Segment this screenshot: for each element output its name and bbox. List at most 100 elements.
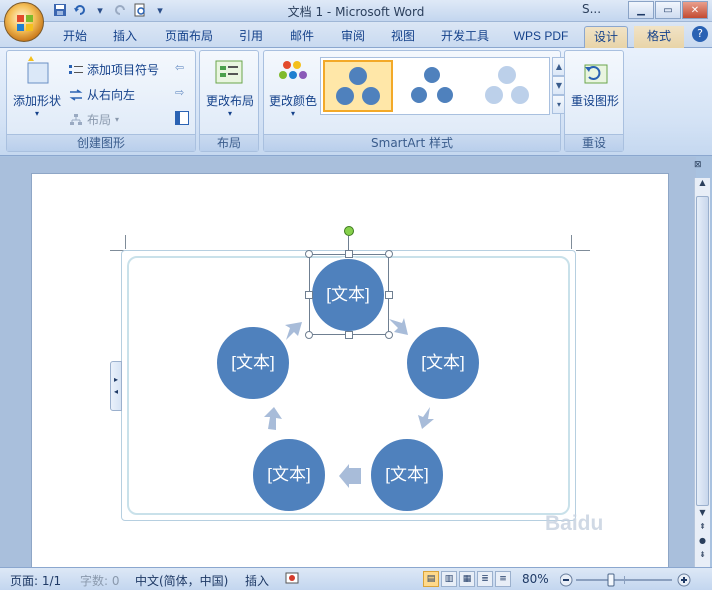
create-graphic-group: 添加形状 ▾ 添加项目符号 从右向左 布局 ▾ ⇦ ⇨ 创建图形 bbox=[6, 50, 196, 152]
office-logo-icon bbox=[17, 15, 33, 31]
office-button[interactable] bbox=[4, 2, 44, 42]
crop-mark bbox=[571, 235, 572, 249]
word-count[interactable]: 字数: 0 bbox=[80, 572, 120, 589]
tab-insert[interactable]: 插入 bbox=[106, 26, 144, 48]
cycle-arrow-icon bbox=[339, 464, 361, 488]
web-view-icon[interactable]: ▦ bbox=[459, 571, 475, 587]
cycle-node-left[interactable]: [文本] bbox=[215, 325, 291, 401]
cycle-node-bottom-right[interactable]: [文本] bbox=[369, 437, 445, 513]
resize-handle[interactable] bbox=[385, 331, 393, 339]
selection-box bbox=[309, 254, 389, 335]
zoom-slider[interactable] bbox=[560, 573, 692, 587]
zoom-level[interactable]: 80% bbox=[522, 572, 549, 586]
macro-record-icon[interactable] bbox=[285, 571, 299, 588]
vertical-scrollbar[interactable]: ▲ ▼ ⇞ ● ⇟ bbox=[694, 178, 710, 567]
dropdown-arrow-icon: ▾ bbox=[227, 109, 232, 118]
resize-handle[interactable] bbox=[305, 250, 313, 258]
outline-view-icon[interactable]: ≣ bbox=[477, 571, 493, 587]
help-icon[interactable]: ? bbox=[692, 26, 708, 42]
resize-handle[interactable] bbox=[345, 250, 353, 258]
resize-handle[interactable] bbox=[385, 250, 393, 258]
reset-graphic-label: 重设图形 bbox=[570, 94, 619, 108]
change-layout-button[interactable]: 更改布局 ▾ bbox=[202, 57, 258, 118]
resize-handle[interactable] bbox=[305, 331, 313, 339]
scroll-thumb[interactable] bbox=[696, 196, 709, 506]
resize-handle[interactable] bbox=[385, 291, 393, 299]
layouts-group: 更改布局 ▾ 布局 bbox=[199, 50, 259, 152]
maximize-button[interactable]: ▭ bbox=[655, 1, 681, 19]
color-palette-icon bbox=[279, 61, 307, 79]
cycle-arrow-icon bbox=[418, 407, 434, 429]
draft-view-icon[interactable]: ≡ bbox=[495, 571, 511, 587]
minimize-button[interactable]: ▁ bbox=[628, 1, 654, 19]
smartart-styles-group: 更改颜色 ▾ ▲ ▼ ▾ SmartArt 样式 bbox=[263, 50, 566, 152]
hierarchy-icon bbox=[70, 113, 82, 125]
window-title: 文档 1 - Microsoft Word bbox=[287, 5, 425, 19]
rotate-handle[interactable] bbox=[344, 226, 354, 236]
dropdown-arrow-icon: ▾ bbox=[290, 109, 295, 118]
scroll-up-icon[interactable]: ▲ bbox=[695, 178, 710, 192]
dropdown-arrow-icon: ▾ bbox=[34, 109, 39, 118]
cycle-arrow-icon bbox=[264, 407, 282, 430]
cycle-node-bottom-left[interactable]: [文本] bbox=[251, 437, 327, 513]
tab-wps-pdf[interactable]: WPS PDF bbox=[508, 26, 574, 48]
tab-design[interactable]: 设计 bbox=[584, 26, 628, 48]
text-pane-toggle[interactable]: ▸ ◂ bbox=[110, 361, 122, 411]
layouts-group-label: 布局 bbox=[200, 134, 258, 151]
create-graphic-group-label: 创建图形 bbox=[7, 134, 195, 151]
ribbon-tabs: 开始 插入 页面布局 引用 邮件 审阅 视图 开发工具 WPS PDF 设计 格… bbox=[0, 22, 712, 48]
status-bar: 页面: 1/1 字数: 0 中文(简体，中国) 插入 ▤ ▥ ▦ ≣ ≡ 80% bbox=[0, 567, 712, 590]
view-ruler-icon[interactable]: ⊠ bbox=[694, 160, 708, 174]
resize-handle[interactable] bbox=[345, 331, 353, 339]
title-bar: ▾ ▾ 文档 1 - Microsoft Word S... ▁ ▭ ✕ bbox=[0, 0, 712, 22]
demote-icon[interactable]: ⇨ bbox=[175, 86, 184, 99]
add-shape-button[interactable]: 添加形状 ▾ bbox=[9, 55, 65, 118]
reset-group-label: 重设 bbox=[565, 134, 623, 151]
reset-group: 重设图形 重设 bbox=[564, 50, 624, 152]
tab-format[interactable]: 格式 bbox=[634, 26, 684, 48]
tab-references[interactable]: 引用 bbox=[232, 26, 270, 48]
bullet-list-icon bbox=[69, 64, 83, 74]
add-bullet-button[interactable]: 添加项目符号 bbox=[69, 61, 159, 78]
style-option-subtle[interactable] bbox=[473, 60, 543, 112]
tab-view[interactable]: 视图 bbox=[384, 26, 422, 48]
swap-arrows-icon bbox=[69, 88, 83, 101]
reading-view-icon[interactable]: ▥ bbox=[441, 571, 457, 587]
change-colors-button[interactable]: 更改颜色 ▾ bbox=[266, 57, 320, 118]
change-colors-label: 更改颜色 bbox=[268, 94, 317, 108]
next-page-icon[interactable]: ⇟ bbox=[695, 550, 710, 564]
close-button[interactable]: ✕ bbox=[682, 1, 708, 19]
language-indicator[interactable]: 中文(简体，中国) bbox=[135, 572, 228, 589]
prev-page-icon[interactable]: ⇞ bbox=[695, 522, 710, 536]
add-shape-label: 添加形状 bbox=[12, 94, 61, 108]
right-to-left-button[interactable]: 从右向左 bbox=[69, 86, 135, 103]
scroll-down-icon[interactable]: ▼ bbox=[695, 508, 710, 522]
context-tab-title: S... bbox=[582, 2, 602, 16]
tab-page-layout[interactable]: 页面布局 bbox=[158, 26, 220, 48]
page-indicator[interactable]: 页面: 1/1 bbox=[10, 572, 61, 589]
cycle-node-right[interactable]: [文本] bbox=[405, 325, 481, 401]
print-layout-view-icon[interactable]: ▤ bbox=[423, 571, 439, 587]
tab-review[interactable]: 审阅 bbox=[334, 26, 372, 48]
change-layout-label: 更改布局 bbox=[205, 94, 254, 108]
right-to-left-label: 从右向左 bbox=[87, 88, 136, 102]
change-layout-icon bbox=[215, 60, 243, 84]
window-controls: ▁ ▭ ✕ bbox=[628, 1, 708, 19]
resize-handle[interactable] bbox=[305, 291, 313, 299]
insert-mode[interactable]: 插入 bbox=[245, 572, 269, 589]
reset-graphic-icon bbox=[584, 64, 608, 84]
select-browse-icon[interactable]: ● bbox=[695, 536, 710, 550]
promote-icon[interactable]: ⇦ bbox=[175, 61, 184, 74]
layout-button[interactable]: 布局 ▾ bbox=[69, 111, 119, 128]
tab-home[interactable]: 开始 bbox=[56, 26, 94, 48]
text-pane-icon[interactable] bbox=[175, 111, 189, 125]
tab-mailings[interactable]: 邮件 bbox=[283, 26, 321, 48]
add-shape-icon bbox=[27, 56, 49, 84]
layout-label: 布局 bbox=[87, 113, 112, 127]
style-option-flat[interactable] bbox=[323, 60, 393, 112]
reset-graphic-button[interactable]: 重设图形 bbox=[567, 57, 623, 109]
tab-developer[interactable]: 开发工具 bbox=[434, 26, 496, 48]
crop-mark bbox=[125, 235, 126, 249]
dropdown-arrow-icon: ▾ bbox=[115, 115, 120, 124]
style-option-outline[interactable] bbox=[398, 60, 468, 112]
